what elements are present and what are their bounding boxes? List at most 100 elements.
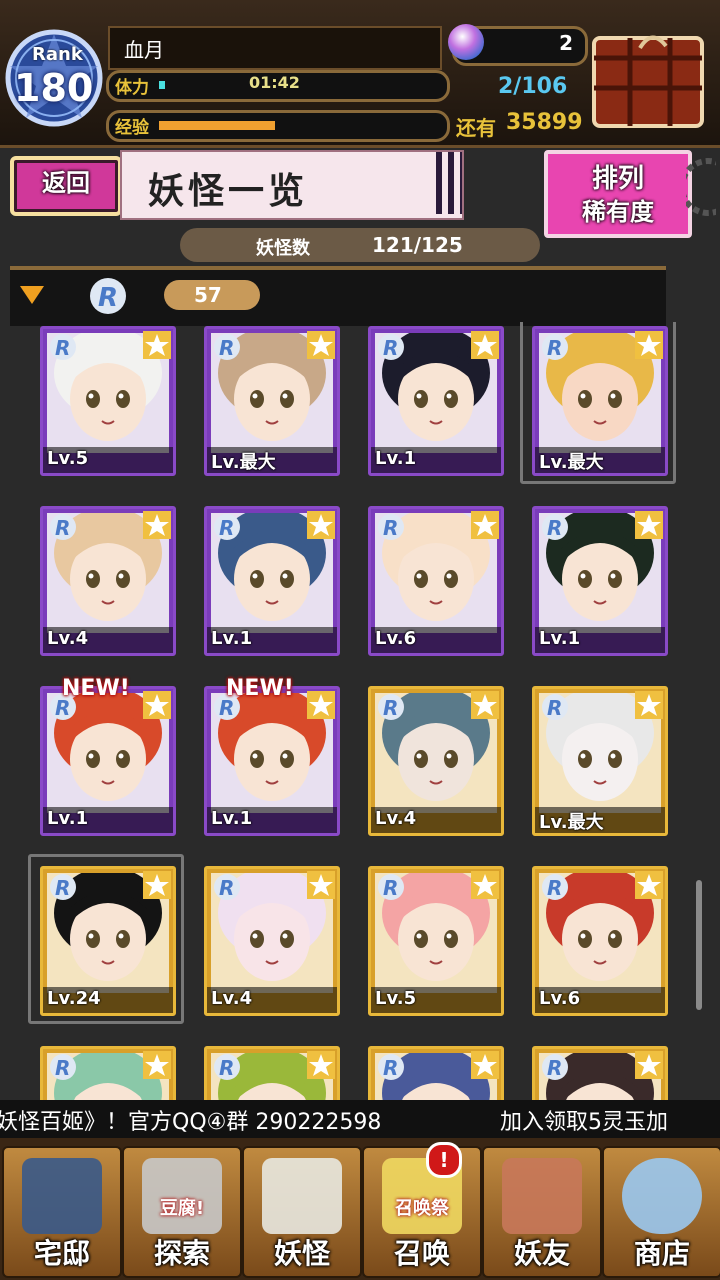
star-icon xyxy=(635,331,663,359)
yokai-card[interactable]: R xyxy=(204,1046,340,1100)
svg-text:R: R xyxy=(219,336,234,360)
gem-count: 2 xyxy=(559,31,573,55)
back-button[interactable]: 返回 xyxy=(10,156,122,216)
player-name: 血月 xyxy=(124,38,164,62)
card-level: Lv.4 xyxy=(47,628,89,649)
sort-button[interactable]: 排列 稀有度 xyxy=(544,150,692,238)
yokai-card[interactable]: R xyxy=(40,1046,176,1100)
star-icon xyxy=(635,511,663,539)
card-level: Lv.6 xyxy=(375,628,417,649)
nav-tag: 豆腐! xyxy=(159,1198,205,1219)
rarity-r-icon: R xyxy=(214,874,240,900)
yokai-card[interactable]: R Lv.1 xyxy=(204,686,340,836)
rank-label: Rank xyxy=(32,44,83,65)
svg-text:R: R xyxy=(98,283,118,313)
yokai-card[interactable]: R Lv.24 xyxy=(40,866,176,1016)
nav-button-0[interactable]: 宅邸 xyxy=(2,1146,122,1278)
yokai-card[interactable]: R Lv.4 xyxy=(368,686,504,836)
yokai-card[interactable]: R Lv.最大 xyxy=(204,326,340,476)
level-bar: Lv.1 xyxy=(207,627,337,653)
stamina-fill xyxy=(159,81,165,89)
star-icon xyxy=(635,1051,663,1079)
rank-value: 180 xyxy=(14,66,94,110)
star-icon xyxy=(143,331,171,359)
treasure-chest-icon[interactable] xyxy=(590,18,710,130)
card-level: Lv.1 xyxy=(375,448,417,469)
nav-button-1[interactable]: 豆腐! 探索 xyxy=(122,1146,242,1278)
box-capacity: 2/106 xyxy=(498,74,568,99)
yokai-card[interactable]: R Lv.1 xyxy=(204,506,340,656)
rarity-r-icon: R xyxy=(214,334,240,360)
yokai-card[interactable]: R Lv.6 xyxy=(368,506,504,656)
yokai-card[interactable]: R Lv.1 xyxy=(532,506,668,656)
svg-text:R: R xyxy=(547,876,562,900)
rarity-r-icon: R xyxy=(214,1054,240,1080)
nav-label: 探索 xyxy=(153,1237,210,1270)
nav-label: 商店 xyxy=(633,1237,690,1270)
exp-fill xyxy=(159,121,275,130)
rarity-r-icon: R xyxy=(50,1054,76,1080)
gear-icon xyxy=(679,142,720,232)
rarity-r-icon: R xyxy=(50,874,76,900)
card-level: Lv.6 xyxy=(539,988,581,1009)
remaining-label: 还有 xyxy=(456,116,496,140)
yokai-card[interactable]: R Lv.4 xyxy=(204,866,340,1016)
rarity-r-icon: R xyxy=(378,874,404,900)
yokai-card[interactable]: R Lv.最大 xyxy=(532,686,668,836)
news-ticker[interactable]: 妖怪百姬》！官方QQ④群 290222598 加入领取5灵玉加 xyxy=(0,1100,720,1138)
svg-text:R: R xyxy=(383,1056,398,1080)
star-icon xyxy=(635,871,663,899)
level-bar: Lv.4 xyxy=(371,807,501,833)
svg-text:R: R xyxy=(55,336,70,360)
bottom-nav: 宅邸 豆腐! 探索 妖怪 召唤祭! 召唤 妖友 商店 xyxy=(0,1138,720,1280)
star-icon xyxy=(307,871,335,899)
rank-emblem[interactable]: Rank 180 xyxy=(4,22,104,130)
yokai-card[interactable]: R Lv.5 xyxy=(368,866,504,1016)
level-bar: Lv.5 xyxy=(371,987,501,1013)
star-icon xyxy=(307,691,335,719)
nav-button-2[interactable]: 妖怪 xyxy=(242,1146,362,1278)
page-title-box: 妖怪一览 xyxy=(120,150,464,220)
yokai-card[interactable]: R Lv.5 xyxy=(40,326,176,476)
star-icon xyxy=(143,1051,171,1079)
nav-button-3[interactable]: 召唤祭! 召唤 xyxy=(362,1142,482,1278)
yokai-card[interactable]: R Lv.1 xyxy=(40,686,176,836)
level-bar: Lv.24 xyxy=(43,987,173,1013)
svg-text:R: R xyxy=(383,876,398,900)
yokai-count-label: 妖怪数 xyxy=(256,238,310,259)
nav-button-4[interactable]: 妖友 xyxy=(482,1146,602,1278)
new-badge: NEW! xyxy=(62,676,130,701)
nav-button-5[interactable]: 商店 xyxy=(602,1146,720,1278)
friend-catgirl-icon xyxy=(502,1158,582,1234)
level-bar: Lv.最大 xyxy=(535,447,665,473)
new-badge: NEW! xyxy=(226,676,294,701)
rarity-r-icon: R xyxy=(378,514,404,540)
star-icon xyxy=(635,691,663,719)
stamina-label: 体力 xyxy=(115,78,149,98)
rarity-r-icon: R xyxy=(378,334,404,360)
yokai-card[interactable]: R Lv.4 xyxy=(40,506,176,656)
scrollbar[interactable] xyxy=(696,880,702,1010)
star-icon xyxy=(471,331,499,359)
yokai-card[interactable]: R xyxy=(368,1046,504,1100)
ticker-text-right: 加入领取5灵玉加 xyxy=(500,1110,668,1135)
collapse-triangle-icon[interactable] xyxy=(20,286,44,304)
level-bar: Lv.1 xyxy=(207,807,337,833)
yokai-scroll-icon xyxy=(262,1158,342,1234)
star-icon xyxy=(471,691,499,719)
rarity-count-pill: 57 xyxy=(164,280,260,310)
yokai-card[interactable]: R Lv.1 xyxy=(368,326,504,476)
level-bar: Lv.1 xyxy=(535,627,665,653)
level-bar: Lv.6 xyxy=(535,987,665,1013)
level-bar: Lv.4 xyxy=(207,987,337,1013)
title-stripe xyxy=(436,152,462,214)
star-icon xyxy=(471,511,499,539)
svg-text:R: R xyxy=(547,1056,562,1080)
rarity-group-header[interactable]: R 57 xyxy=(10,266,666,326)
level-bar: Lv.5 xyxy=(43,447,173,473)
svg-text:R: R xyxy=(55,876,70,900)
yokai-card[interactable]: R Lv.6 xyxy=(532,866,668,1016)
star-icon xyxy=(471,1051,499,1079)
yokai-card[interactable]: R Lv.最大 xyxy=(532,326,668,476)
yokai-card[interactable]: R xyxy=(532,1046,668,1100)
